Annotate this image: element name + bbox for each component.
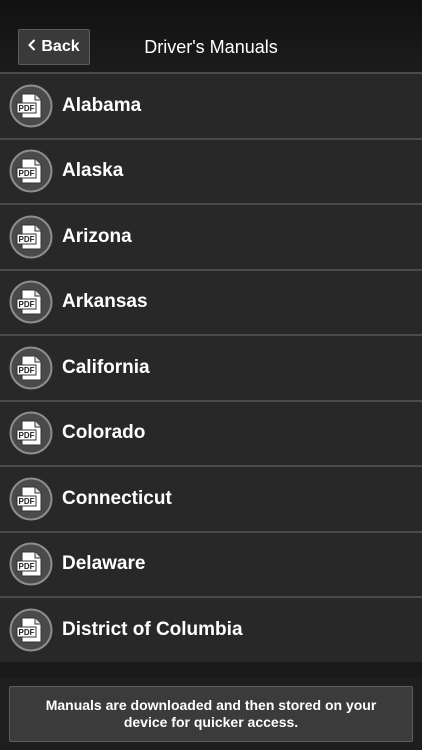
svg-text:PDF: PDF (19, 497, 35, 506)
svg-text:PDF: PDF (19, 300, 35, 309)
list-item-label: Delaware (62, 553, 146, 575)
pdf-icon: PDF (9, 411, 53, 455)
list-item-label: Alabama (62, 94, 142, 116)
navigation-bar: Back Driver's Manuals (0, 0, 422, 72)
list-item-label: Alaska (62, 160, 124, 182)
list-item-label: District of Columbia (62, 618, 243, 640)
svg-text:PDF: PDF (19, 366, 35, 375)
pdf-icon: PDF (9, 215, 53, 259)
list-item[interactable]: PDF Arkansas (0, 268, 422, 334)
list-item-label: Colorado (62, 422, 146, 444)
svg-text:PDF: PDF (19, 104, 35, 113)
pdf-icon: PDF (9, 346, 53, 390)
svg-text:PDF: PDF (19, 235, 35, 244)
manuals-list: PDF Alabama PDF Alaska PDF Arizona PDF A… (0, 72, 422, 662)
list-item[interactable]: PDF Colorado (0, 399, 422, 465)
download-notice: Manuals are downloaded and then stored o… (9, 686, 413, 742)
svg-text:PDF: PDF (19, 562, 35, 571)
list-item-label: Arizona (62, 225, 132, 247)
pdf-icon: PDF (9, 608, 53, 652)
list-item-label: California (62, 356, 150, 378)
list-item[interactable]: PDF Delaware (0, 530, 422, 596)
page-title: Driver's Manuals (144, 37, 278, 57)
pdf-icon: PDF (9, 477, 53, 521)
list-item[interactable]: PDF Connecticut (0, 465, 422, 531)
list-item[interactable]: PDF Arizona (0, 203, 422, 269)
list-item[interactable]: PDF Alabama (0, 72, 422, 138)
footer: Manuals are downloaded and then stored o… (0, 678, 422, 750)
list-item-label: Arkansas (62, 291, 148, 313)
pdf-icon: PDF (9, 84, 53, 128)
pdf-icon: PDF (9, 542, 53, 586)
list-item[interactable]: PDF California (0, 334, 422, 400)
list-item-label: Connecticut (62, 487, 172, 509)
pdf-icon: PDF (9, 280, 53, 324)
pdf-icon: PDF (9, 149, 53, 193)
list-item[interactable]: PDF District of Columbia (0, 596, 422, 662)
svg-text:PDF: PDF (19, 169, 35, 178)
svg-text:PDF: PDF (19, 431, 35, 440)
svg-text:PDF: PDF (19, 628, 35, 637)
list-item[interactable]: PDF Alaska (0, 137, 422, 203)
